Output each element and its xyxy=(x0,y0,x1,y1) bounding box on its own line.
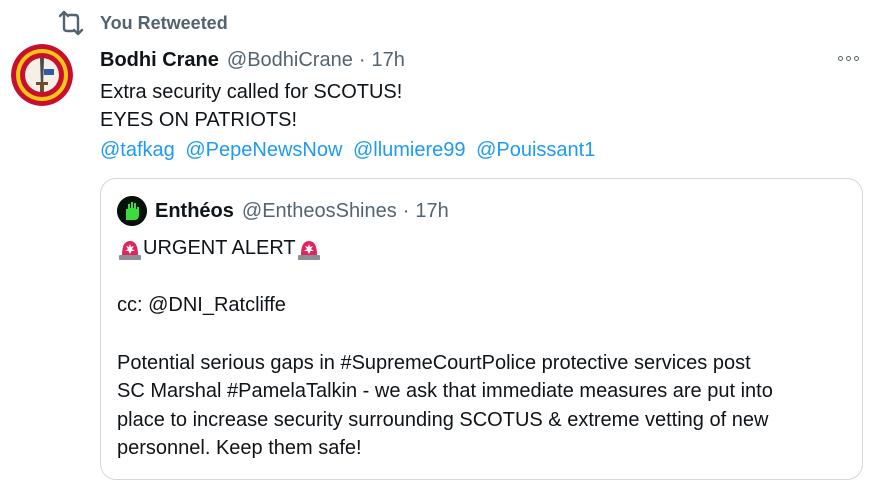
quoted-author-handle[interactable]: @EntheosShines xyxy=(242,200,397,223)
police-siren-icon xyxy=(117,235,143,261)
more-options-icon[interactable] xyxy=(833,48,863,68)
mention-link[interactable]: @tafkag xyxy=(100,139,175,161)
retweet-icon xyxy=(56,10,86,36)
separator: · xyxy=(358,48,366,71)
quoted-body-line: place to increase security surrounding S… xyxy=(117,408,769,431)
alert-text: URGENT ALERT xyxy=(143,236,296,259)
quoted-tweet[interactable]: Enthéos @EntheosShines · 17h URGENT ALER… xyxy=(100,178,863,480)
retweet-context: You Retweeted xyxy=(56,9,228,37)
quoted-author-name[interactable]: Enthéos xyxy=(155,200,234,223)
quoted-body-line: personnel. Keep them safe! xyxy=(117,437,362,460)
tweet-timestamp[interactable]: 17h xyxy=(372,49,405,72)
police-siren-icon xyxy=(296,235,322,261)
alert-line: URGENT ALERT xyxy=(117,234,852,262)
gulf-war-veteran-seal-avatar[interactable] xyxy=(11,44,73,106)
mention-link[interactable]: @llumiere99 xyxy=(353,139,466,161)
author-handle[interactable]: @BodhiCrane xyxy=(227,49,353,72)
retweet-label[interactable]: You Retweeted xyxy=(100,13,228,34)
quoted-tweet-body: URGENT ALERT cc: @DNI_Ratcliffe Potentia… xyxy=(117,234,852,463)
tweet-header: Bodhi Crane @BodhiCrane · 17h xyxy=(100,46,405,74)
green-hand-avatar[interactable] xyxy=(117,196,147,226)
quoted-body-line: SC Marshal #PamelaTalkin - we ask that i… xyxy=(117,380,773,403)
tweet-text: Extra security called for SCOTUS! EYES O… xyxy=(100,78,402,134)
quoted-tweet-header: Enthéos @EntheosShines · 17h xyxy=(117,196,449,226)
quoted-timestamp[interactable]: 17h xyxy=(415,200,448,223)
mention-link[interactable]: @PepeNewsNow xyxy=(185,139,342,161)
cc-line: cc: @DNI_Ratcliffe xyxy=(117,294,286,316)
author-name[interactable]: Bodhi Crane xyxy=(100,49,219,72)
separator: · xyxy=(402,199,410,222)
mention-link[interactable]: @Pouissant1 xyxy=(476,139,595,161)
quoted-body-line: Potential serious gaps in #SupremeCourtP… xyxy=(117,351,751,374)
tweet-mentions: @tafkag @PepeNewsNow @llumiere99 @Pouiss… xyxy=(100,136,600,164)
tweet-line: Extra security called for SCOTUS! xyxy=(100,81,403,103)
tweet-line: EYES ON PATRIOTS! xyxy=(100,109,298,131)
